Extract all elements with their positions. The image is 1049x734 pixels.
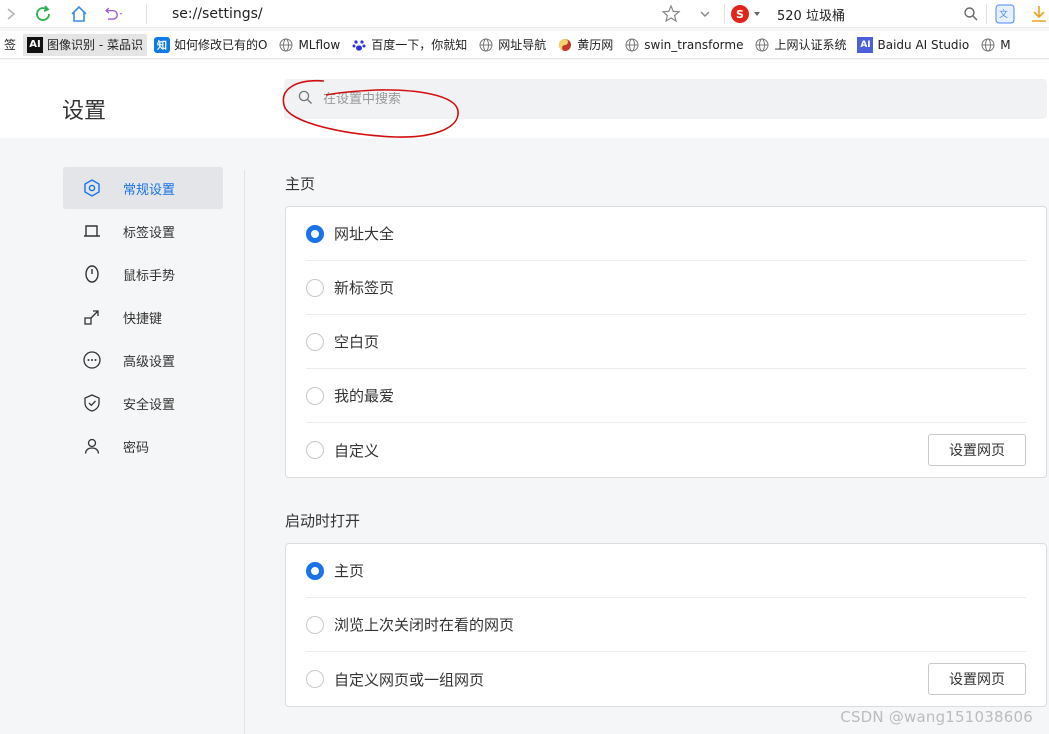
sidebar-item-tabs[interactable]: 标签设置 <box>63 210 223 252</box>
sidebar-item-mouse-gestures[interactable]: 鼠标手势 <box>63 253 223 295</box>
radio-button[interactable] <box>306 332 324 351</box>
bookmark-item[interactable]: 上网认证系统 <box>750 34 850 56</box>
globe-icon <box>478 37 494 53</box>
bookmark-item[interactable]: AI Baidu AI Studio <box>853 34 973 56</box>
homepage-option[interactable]: 新标签页 <box>306 261 1026 315</box>
settings-page: se://settings/ S 520 垃圾桶 文 签 AI 图像识别 - 菜… <box>0 0 1049 734</box>
ai-logo-icon: AI <box>27 36 44 53</box>
radio-button-checked[interactable] <box>306 224 324 243</box>
homepage-option[interactable]: 网址大全 <box>306 207 1026 261</box>
globe-icon <box>278 37 294 53</box>
radio-button[interactable] <box>306 278 324 297</box>
chevron-down-icon[interactable] <box>694 3 716 25</box>
startup-section-title: 启动时打开 <box>285 512 361 530</box>
set-homepage-button[interactable]: 设置网页 <box>928 434 1026 466</box>
aistudio-icon: AI <box>857 36 874 53</box>
translate-icon[interactable]: 文 <box>994 3 1016 25</box>
more-circle-icon <box>81 349 103 371</box>
radio-button[interactable] <box>306 670 324 688</box>
refresh-icon[interactable] <box>32 3 54 25</box>
bookmark-item[interactable]: MLflow <box>274 34 344 56</box>
startup-options-card: 主页 浏览上次关闭时在看的网页 自定义网页或一组网页 设置网页 <box>285 543 1047 707</box>
homepage-options-card: 网址大全 新标签页 空白页 我的最爱 自定义 设置网页 <box>285 206 1047 478</box>
settings-sidebar: 常规设置 标签设置 鼠标手势 快捷键 高级设置 安全设置 密码 <box>63 167 223 468</box>
shield-icon <box>81 392 103 414</box>
settings-search-input[interactable] <box>323 91 923 107</box>
sidebar-item-security[interactable]: 安全设置 <box>63 382 223 424</box>
sidebar-item-label: 快捷键 <box>123 311 163 327</box>
user-icon <box>81 435 103 457</box>
homepage-option[interactable]: 我的最爱 <box>306 369 1026 423</box>
page-title: 设置 <box>62 99 107 124</box>
search-engine-box[interactable]: S 520 垃圾桶 <box>731 2 845 26</box>
engine-dropdown-icon[interactable] <box>753 11 761 17</box>
startup-option[interactable]: 自定义网页或一组网页 设置网页 <box>306 652 1026 706</box>
address-text[interactable]: se://settings/ <box>172 6 263 22</box>
bookmark-item[interactable]: AI 图像识别 - 菜品识 <box>23 33 147 56</box>
mouse-icon <box>81 263 103 285</box>
download-icon[interactable] <box>1028 3 1049 25</box>
sogou-logo-icon[interactable]: S <box>731 5 749 23</box>
sidebar-item-label: 安全设置 <box>123 397 176 413</box>
bookmark-item[interactable]: 黄历网 <box>553 34 617 56</box>
sidebar-item-shortcuts[interactable]: 快捷键 <box>63 296 223 338</box>
sidebar-item-label: 常规设置 <box>123 182 176 198</box>
sidebar-divider <box>244 170 245 734</box>
bookmark-item[interactable]: 签 <box>0 34 20 56</box>
sidebar-item-label: 高级设置 <box>123 354 176 370</box>
bookmark-item[interactable]: 网址导航 <box>474 34 550 56</box>
sidebar-item-general[interactable]: 常规设置 <box>63 167 223 209</box>
startup-option[interactable]: 浏览上次关闭时在看的网页 <box>306 598 1026 652</box>
sidebar-item-label: 标签设置 <box>123 225 176 241</box>
search-engine-text[interactable]: 520 垃圾桶 <box>777 5 845 24</box>
homepage-option[interactable]: 空白页 <box>306 315 1026 369</box>
zhihu-icon: 知 <box>153 36 170 53</box>
home-icon[interactable] <box>68 3 90 25</box>
globe-icon <box>754 37 770 53</box>
radio-button[interactable] <box>306 386 324 405</box>
address-bar[interactable]: se://settings/ <box>150 0 263 28</box>
bookmarks-bar: 签 AI 图像识别 - 菜品识 知 如何修改已有的O MLflow 百度一下，你… <box>0 31 1049 59</box>
shortcut-arrow-icon <box>81 306 103 328</box>
undo-close-icon[interactable] <box>102 3 124 25</box>
radio-button[interactable] <box>306 615 324 634</box>
search-icon[interactable] <box>960 3 982 25</box>
settings-header: 设置 <box>0 60 1049 138</box>
star-icon[interactable] <box>660 3 682 25</box>
browser-toolbar: se://settings/ S 520 垃圾桶 文 <box>0 0 1049 28</box>
forward-icon[interactable] <box>0 3 22 25</box>
homepage-option[interactable]: 自定义 设置网页 <box>306 423 1026 477</box>
watermark-text: CSDN @wang151038606 <box>840 708 1033 726</box>
settings-search-box[interactable] <box>284 79 1047 119</box>
radio-button-checked[interactable] <box>306 561 324 580</box>
baidu-paw-icon <box>351 37 367 53</box>
bookmark-item[interactable]: 知 如何修改已有的O <box>150 34 271 56</box>
yin-yang-icon <box>557 37 573 53</box>
bookmark-item[interactable]: swin_transforme <box>620 34 747 56</box>
sidebar-item-passwords[interactable]: 密码 <box>63 425 223 467</box>
homepage-section-title: 主页 <box>285 175 316 193</box>
hexagon-settings-icon <box>81 177 103 199</box>
tab-icon <box>81 220 103 242</box>
sidebar-item-label: 鼠标手势 <box>123 268 176 284</box>
globe-icon <box>980 37 996 53</box>
sidebar-item-advanced[interactable]: 高级设置 <box>63 339 223 381</box>
search-icon <box>298 90 313 109</box>
sidebar-item-label: 密码 <box>123 440 150 456</box>
radio-button[interactable] <box>306 441 324 459</box>
svg-text:文: 文 <box>999 8 1008 20</box>
bookmark-item[interactable]: 百度一下，你就知 <box>347 34 471 56</box>
set-startup-pages-button[interactable]: 设置网页 <box>928 663 1026 695</box>
globe-icon <box>624 37 640 53</box>
startup-option[interactable]: 主页 <box>306 544 1026 598</box>
bookmark-item[interactable]: M <box>976 34 1014 56</box>
